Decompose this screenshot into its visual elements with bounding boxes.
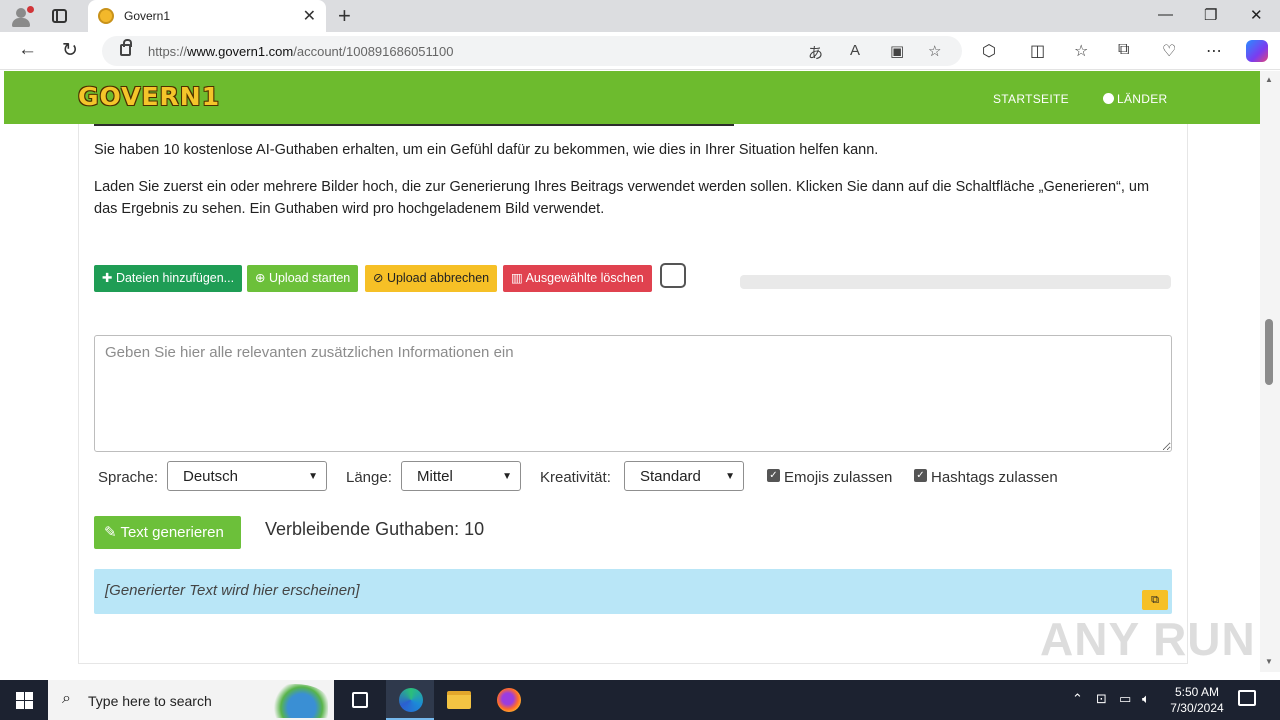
close-window-button[interactable]: ✕ [1250,6,1263,24]
back-button[interactable]: ← [18,39,37,61]
hashtags-label[interactable]: Hashtags zulassen [931,469,1058,486]
collections-icon[interactable]: ⧉ [1118,41,1129,59]
split-screen-icon[interactable]: ◫ [1030,41,1045,61]
page-scrollbar[interactable]: ▲ ▼ [1260,71,1280,672]
close-tab-icon[interactable]: ✕ [303,6,316,26]
emojis-checkbox[interactable]: ✓ [767,469,780,482]
watermark-text: ANY RUN [1040,613,1256,665]
tray-device-icon[interactable]: ⊡ [1096,691,1107,707]
language-select[interactable]: Deutsch ▼ [167,461,327,491]
task-view-button[interactable] [336,680,384,720]
tab-title: Govern1 [124,9,171,23]
uploaded-image-strip [94,124,734,126]
trash-icon: ▥ [511,271,526,285]
intro-text: Sie haben 10 kostenlose AI-Guthaben erha… [94,142,879,158]
cancel-upload-button[interactable]: ⊘ Upload abbrechen [365,265,498,292]
start-button[interactable] [16,692,33,709]
taskbar-file-explorer[interactable] [435,680,483,720]
address-bar[interactable]: https://www.govern1.com/account/10089168… [102,36,962,66]
windows-taskbar: ⌕ Type here to search ⌃ ⊡ ▭ 🔈︎ 5:50 AM 7… [0,680,1280,720]
globe-icon [1103,93,1114,104]
browser-essentials-icon[interactable]: ♡ [1162,41,1176,61]
new-tab-button[interactable]: + [338,3,351,29]
select-all-checkbox[interactable] [660,263,686,288]
notifications-icon[interactable] [1238,690,1256,706]
creativity-label: Kreativität: [540,469,611,486]
browser-tab-strip: Govern1 ✕ + — ❐ ✕ [0,0,1280,32]
site-favicon-icon [98,8,114,24]
additional-info-textarea[interactable] [94,335,1172,452]
chevron-down-icon: ▼ [502,471,512,482]
add-files-button[interactable]: ✚ Dateien hinzufügen... [94,265,243,292]
more-menu-icon[interactable]: ⋯ [1206,41,1222,61]
search-icon: ⌕ [62,690,71,707]
start-upload-button[interactable]: ⊕ Upload starten [247,265,359,292]
edge-icon [399,688,423,712]
minimize-button[interactable]: — [1158,6,1173,23]
volume-icon[interactable]: 🔈︎ [1142,691,1150,707]
delete-selected-button[interactable]: ▥ Ausgewählte löschen [503,265,652,292]
nav-countries-link[interactable]: LÄNDER [1103,92,1167,106]
hashtags-checkbox[interactable]: ✓ [914,469,927,482]
extensions-icon[interactable]: ⬡ [982,41,996,61]
firefox-icon [497,688,521,712]
task-view-icon [352,692,368,708]
length-label: Länge: [346,469,392,486]
result-placeholder: [Generierter Text wird hier erscheinen] [105,582,360,599]
upload-icon: ⊕ [255,271,269,285]
plus-icon: ✚ [102,271,116,285]
scrollbar-thumb[interactable] [1265,319,1273,385]
taskbar-clock[interactable]: 5:50 AM 7/30/2024 [1162,684,1232,716]
taskbar-edge[interactable] [386,680,434,720]
tab-actions-icon[interactable] [52,9,67,23]
search-highlight-icon [262,684,328,718]
language-label: Sprache: [98,469,159,486]
refresh-button[interactable]: ↻ [62,39,78,62]
upload-progress-bar [740,275,1171,289]
chevron-down-icon: ▼ [725,471,735,482]
folder-icon [447,691,471,709]
emojis-label[interactable]: Emojis zulassen [784,469,892,486]
pencil-icon: ✎ [104,524,121,541]
translate-icon[interactable]: あ [808,42,823,63]
profile-icon[interactable] [10,6,34,28]
browser-tab[interactable]: Govern1 ✕ [88,0,326,32]
clock-time: 5:50 AM [1174,685,1220,699]
length-select[interactable]: Mittel ▼ [401,461,521,491]
nav-home-link[interactable]: STARTSEITE [993,92,1069,106]
site-header: GOVERN1 STARTSEITE LÄNDER [4,71,1260,124]
site-logo[interactable]: GOVERN1 [78,82,220,111]
favorites-icon[interactable]: ☆ [1074,41,1088,61]
network-icon[interactable]: ▭ [1119,691,1131,707]
browser-toolbar: ← ↻ https://www.govern1.com/account/1008… [0,32,1280,70]
url-text: https://www.govern1.com/account/10089168… [148,44,454,59]
taskbar-search[interactable]: ⌕ Type here to search [48,680,334,720]
remaining-credits: Verbleibende Guthaben: 10 [265,519,485,539]
maximize-button[interactable]: ❐ [1204,6,1217,24]
creativity-select[interactable]: Standard ▼ [624,461,744,491]
scroll-down-icon[interactable]: ▼ [1265,657,1273,666]
chevron-down-icon: ▼ [308,471,318,482]
ban-icon: ⊘ [373,271,387,285]
generated-text-box: [Generierter Text wird hier erscheinen] … [94,569,1172,614]
tray-chevron-icon[interactable]: ⌃ [1072,691,1083,707]
read-aloud-icon[interactable]: A [850,42,860,59]
instructions-text: Laden Sie zuerst ein oder mehrere Bilder… [94,179,1150,217]
generate-text-button[interactable]: ✎ Text generieren [94,516,241,549]
copy-icon[interactable]: ⧉ [1142,590,1168,610]
lock-icon [120,39,132,56]
clock-date: 7/30/2024 [1170,701,1224,715]
scroll-up-icon[interactable]: ▲ [1265,75,1273,84]
favorite-star-icon[interactable]: ☆ [928,42,941,60]
page-content: Sie haben 10 kostenlose AI-Guthaben erha… [4,124,1260,672]
search-placeholder: Type here to search [88,693,212,709]
taskbar-firefox[interactable] [484,680,532,720]
immersive-reader-icon[interactable]: ▣ [890,42,904,60]
copilot-icon[interactable] [1246,40,1268,62]
